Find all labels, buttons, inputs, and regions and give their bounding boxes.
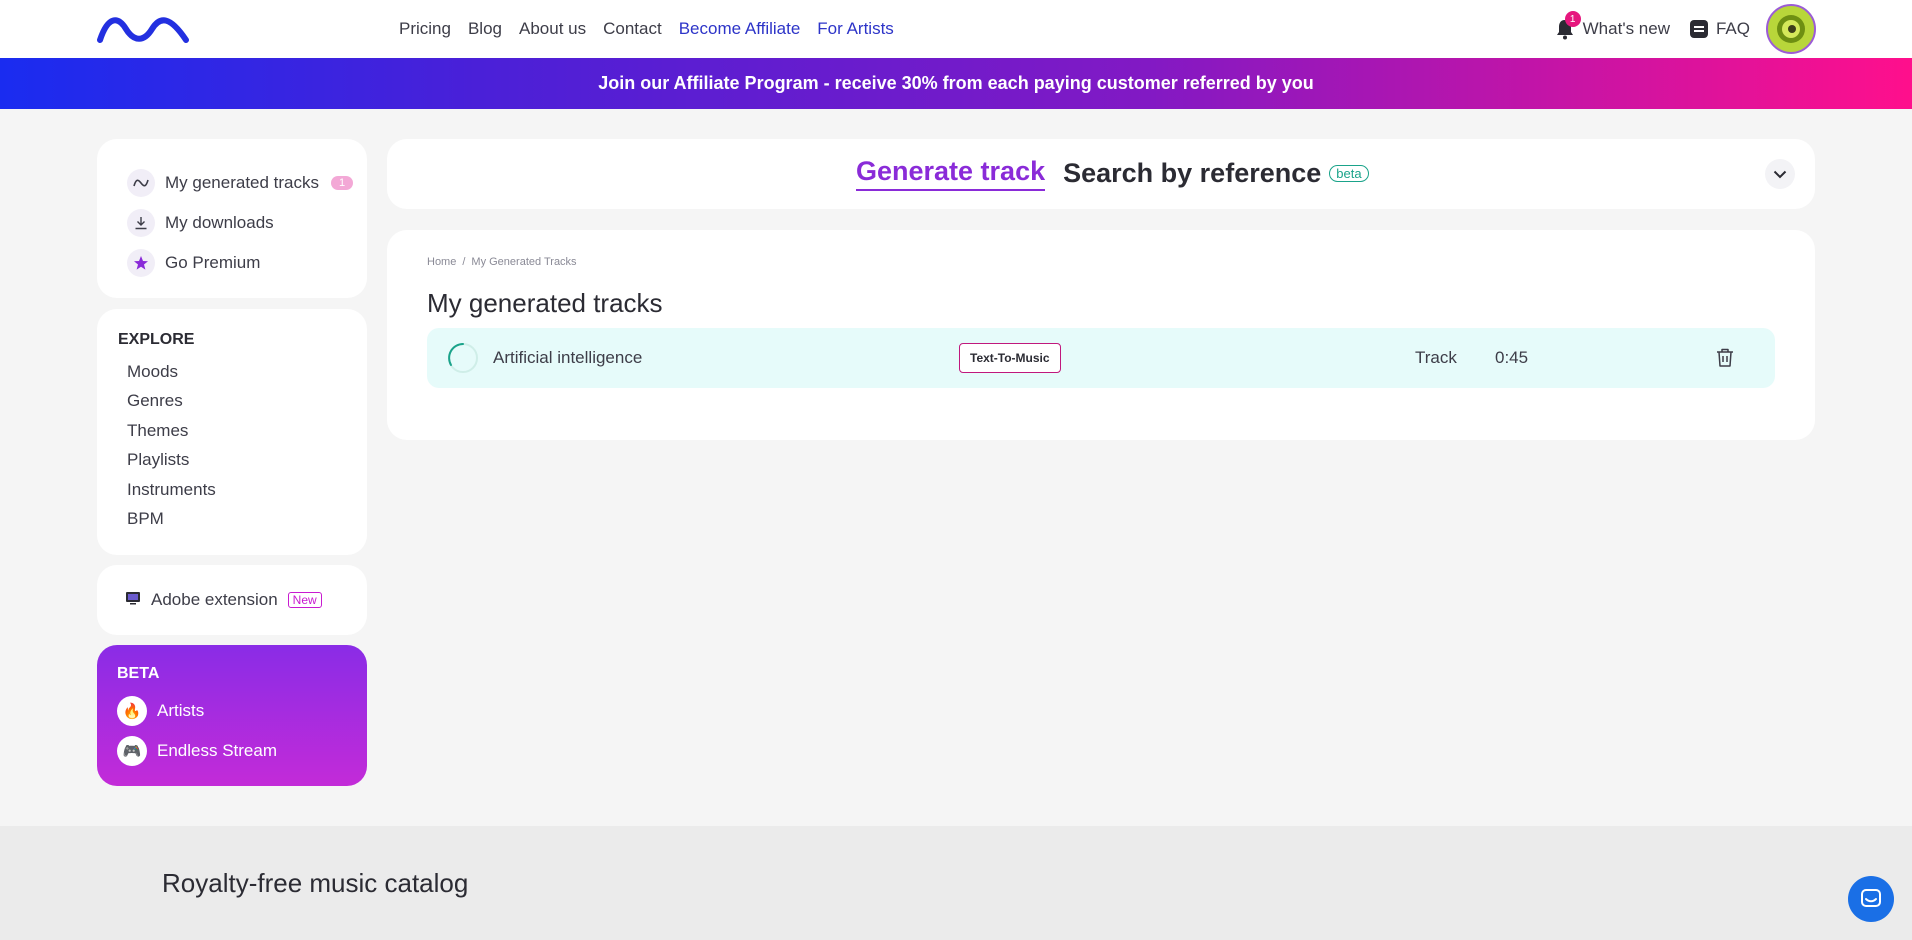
- loading-spinner-icon: [448, 343, 478, 373]
- sidebar-item-my-downloads[interactable]: My downloads: [127, 203, 367, 243]
- adobe-extension-label: Adobe extension: [151, 590, 278, 609]
- breadcrumb-separator: /: [462, 256, 466, 268]
- nav-blog[interactable]: Blog: [468, 19, 502, 39]
- gamepad-icon: 🎮: [117, 736, 147, 766]
- nav-become-affiliate[interactable]: Become Affiliate: [679, 19, 801, 39]
- whats-new-label: What's new: [1582, 19, 1670, 38]
- chevron-down-icon: [1773, 170, 1787, 178]
- whats-new-button[interactable]: 1 What's new: [1555, 11, 1670, 40]
- header-actions: 1 What's new FAQ: [1555, 0, 1816, 58]
- support-chat-button[interactable]: [1848, 876, 1894, 922]
- sidebar-item-go-premium[interactable]: Go Premium: [127, 243, 367, 283]
- breadcrumb-current: My Generated Tracks: [471, 256, 577, 268]
- explore-instruments[interactable]: Instruments: [118, 475, 367, 504]
- footer: Royalty-free music catalog: [0, 826, 1912, 940]
- explore-moods[interactable]: Moods: [118, 357, 367, 386]
- mode-tabs-panel: Generate track Search by reference beta: [387, 139, 1815, 209]
- explore-genres[interactable]: Genres: [118, 386, 367, 415]
- faq-icon: [1689, 20, 1708, 38]
- waveform-icon: [127, 169, 155, 197]
- beta-item-artists[interactable]: 🔥 Artists: [117, 691, 367, 731]
- beta-item-endless-stream[interactable]: 🎮 Endless Stream: [117, 731, 367, 771]
- explore-themes[interactable]: Themes: [118, 416, 367, 445]
- beta-item-label: Endless Stream: [157, 741, 277, 760]
- affiliate-banner[interactable]: Join our Affiliate Program - receive 30%…: [0, 58, 1912, 109]
- explore-playlists[interactable]: Playlists: [118, 445, 367, 474]
- tab-search-by-reference[interactable]: Search by reference beta: [1063, 158, 1369, 189]
- nav-contact[interactable]: Contact: [603, 19, 662, 39]
- nav-for-artists[interactable]: For Artists: [817, 19, 894, 39]
- logo[interactable]: [96, 14, 190, 44]
- track-duration: 0:45: [1495, 348, 1529, 367]
- library-panel: My generated tracks 1 My downloads Go Pr…: [97, 139, 367, 298]
- new-badge: New: [287, 592, 322, 608]
- tracks-count-badge: 1: [331, 176, 354, 190]
- sidebar-item-label: Go Premium: [165, 253, 261, 272]
- beta-badge: beta: [1329, 165, 1369, 182]
- sidebar-item-label: My downloads: [165, 213, 274, 232]
- avatar-icon: [1777, 15, 1805, 43]
- breadcrumb: Home / My Generated Tracks: [427, 256, 577, 268]
- star-icon: [127, 249, 155, 277]
- track-kind: Track: [1415, 348, 1457, 367]
- tab-search-label: Search by reference: [1063, 158, 1322, 188]
- fire-icon: 🔥: [117, 696, 147, 726]
- footer-title: Royalty-free music catalog: [162, 868, 469, 898]
- beta-title: BETA: [117, 665, 160, 682]
- faq-button[interactable]: FAQ: [1689, 19, 1750, 39]
- nav-pricing[interactable]: Pricing: [399, 19, 451, 39]
- beta-panel: BETA 🔥 Artists 🎮 Endless Stream: [97, 645, 367, 786]
- expand-panel-button[interactable]: [1765, 159, 1795, 189]
- explore-panel: EXPLORE Moods Genres Themes Playlists In…: [97, 309, 367, 555]
- download-icon: [127, 209, 155, 237]
- mode-tabs: Generate track Search by reference beta: [856, 156, 1369, 191]
- trash-icon[interactable]: [1713, 346, 1737, 370]
- generated-tracks-panel: Home / My Generated Tracks My generated …: [387, 230, 1815, 440]
- chat-icon: [1861, 889, 1881, 907]
- adobe-icon: [125, 590, 141, 610]
- track-name: Artificial intelligence: [493, 348, 643, 367]
- adobe-extension-link[interactable]: Adobe extension New: [97, 565, 367, 635]
- notification-count-badge: 1: [1564, 11, 1581, 27]
- user-avatar[interactable]: [1766, 4, 1816, 54]
- nav-about-us[interactable]: About us: [519, 19, 586, 39]
- sidebar-item-label: My generated tracks: [165, 173, 320, 192]
- explore-bpm[interactable]: BPM: [118, 504, 367, 533]
- page-title: My generated tracks: [427, 288, 663, 318]
- tab-generate-track[interactable]: Generate track: [856, 156, 1046, 191]
- breadcrumb-home[interactable]: Home: [427, 256, 456, 268]
- main-nav: Pricing Blog About us Contact Become Aff…: [399, 0, 894, 58]
- sidebar-item-my-generated-tracks[interactable]: My generated tracks 1: [127, 163, 367, 203]
- top-navigation-bar: Pricing Blog About us Contact Become Aff…: [0, 0, 1912, 58]
- beta-item-label: Artists: [157, 701, 205, 720]
- faq-label: FAQ: [1715, 19, 1750, 38]
- track-type-badge: Text-To-Music: [959, 343, 1061, 373]
- table-row[interactable]: Artificial intelligence Text-To-Music Tr…: [427, 328, 1775, 388]
- explore-title: EXPLORE: [118, 331, 195, 348]
- bell-icon: 1: [1555, 11, 1581, 40]
